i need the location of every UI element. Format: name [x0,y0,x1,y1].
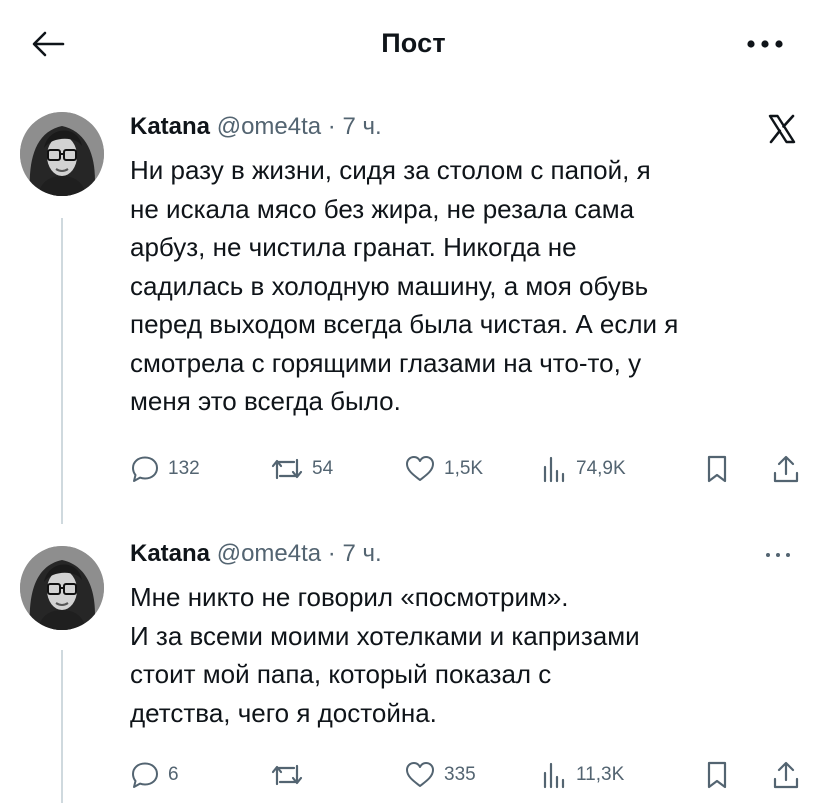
more-horizontal-icon [747,40,783,48]
reply-icon [132,456,158,482]
more-options-button[interactable] [743,32,787,56]
views-button[interactable]: 74,9K [540,454,626,484]
timestamp[interactable]: 7 ч. [342,540,381,567]
tweet-header: Katana @ome4ta · 7 ч. [130,113,382,141]
tweet-text-line: Мне никто не говорил «посмотрим». [130,582,569,612]
like-button[interactable]: 1,5K [404,454,483,484]
tweet-text-line: стоит мой папа, который показал с [130,659,552,689]
views-chart-icon [543,762,565,789]
reply-button[interactable]: 6 [130,760,179,790]
tweet-header: Katana @ome4ta · 7 ч. [130,540,382,568]
avatar-photo [20,546,104,630]
more-horizontal-icon [766,553,790,557]
reply-button[interactable]: 132 [130,454,200,484]
views-button[interactable]: 11,3K [540,760,624,790]
x-logo-button[interactable] [767,114,797,144]
tweet-text-line: перед выходом всегда была чистая. А если… [130,309,679,339]
share-icon [773,761,799,789]
tweet-actions: 6 335 11,3K [130,760,810,790]
repost-icon [271,458,303,480]
heart-icon [406,762,434,787]
tweet-text-line: не искала мясо без жира, не резала сама [130,193,635,224]
tweet-text-line: смотрела с горящими глазами на что-то, у [130,347,642,378]
separator-dot: · [327,540,336,567]
tweet-text: Мне никто не говорил «посмотрим». И за в… [130,578,800,732]
separator-dot: · [327,113,336,140]
timestamp[interactable]: 7 ч. [342,113,381,140]
reply-icon [132,762,158,788]
tweet-text-line: садилась в холодную машину, а моя обувь [130,270,649,301]
bookmark-icon [707,761,727,789]
repost-icon [271,764,303,786]
author-handle[interactable]: @ome4ta [217,113,321,140]
like-button[interactable]: 335 [404,760,476,790]
repost-button[interactable] [270,760,312,790]
share-icon [773,455,799,483]
bookmark-button[interactable] [704,760,730,790]
author-name[interactable]: Katana [130,540,210,567]
tweet-text-line: И за всеми моими хотелками и капризами [130,620,640,651]
tweet-actions: 132 54 1,5K 74,9K [130,454,810,484]
x-logo-icon [768,114,796,144]
like-count: 335 [444,764,476,785]
tweet-text-line: детства, чего я достойна. [130,697,437,728]
tweet-text: Ни разу в жизни, сидя за столом с папой,… [130,151,800,421]
share-button[interactable] [772,760,800,790]
bookmark-icon [707,455,727,483]
author-name[interactable]: Katana [130,113,210,140]
bookmark-button[interactable] [704,454,730,484]
repost-button[interactable]: 54 [270,454,333,484]
views-chart-icon [543,456,565,483]
heart-icon [406,456,434,481]
tweet-text-line: меня это всегда было. [130,386,401,416]
reply-count: 6 [168,764,179,785]
thread-connector-line [61,218,63,524]
page-title: Пост [381,28,446,58]
repost-count: 54 [312,458,334,479]
share-button[interactable] [772,454,800,484]
like-count: 1,5K [444,458,484,479]
author-handle[interactable]: @ome4ta [217,540,321,567]
reply-count: 132 [168,458,200,479]
tweet-text-line: арбуз, не чистила гранат. Никогда не [130,232,577,262]
thread-connector-line [61,650,63,803]
avatar[interactable] [20,112,104,196]
avatar[interactable] [20,546,104,630]
tweet-more-button[interactable] [763,548,793,560]
views-count: 11,3K [576,764,625,785]
top-bar: Пост [0,0,827,90]
tweet-text-line: Ни разу в жизни, сидя за столом с папой,… [130,155,651,185]
avatar-photo [20,112,104,196]
views-count: 74,9K [576,458,626,479]
